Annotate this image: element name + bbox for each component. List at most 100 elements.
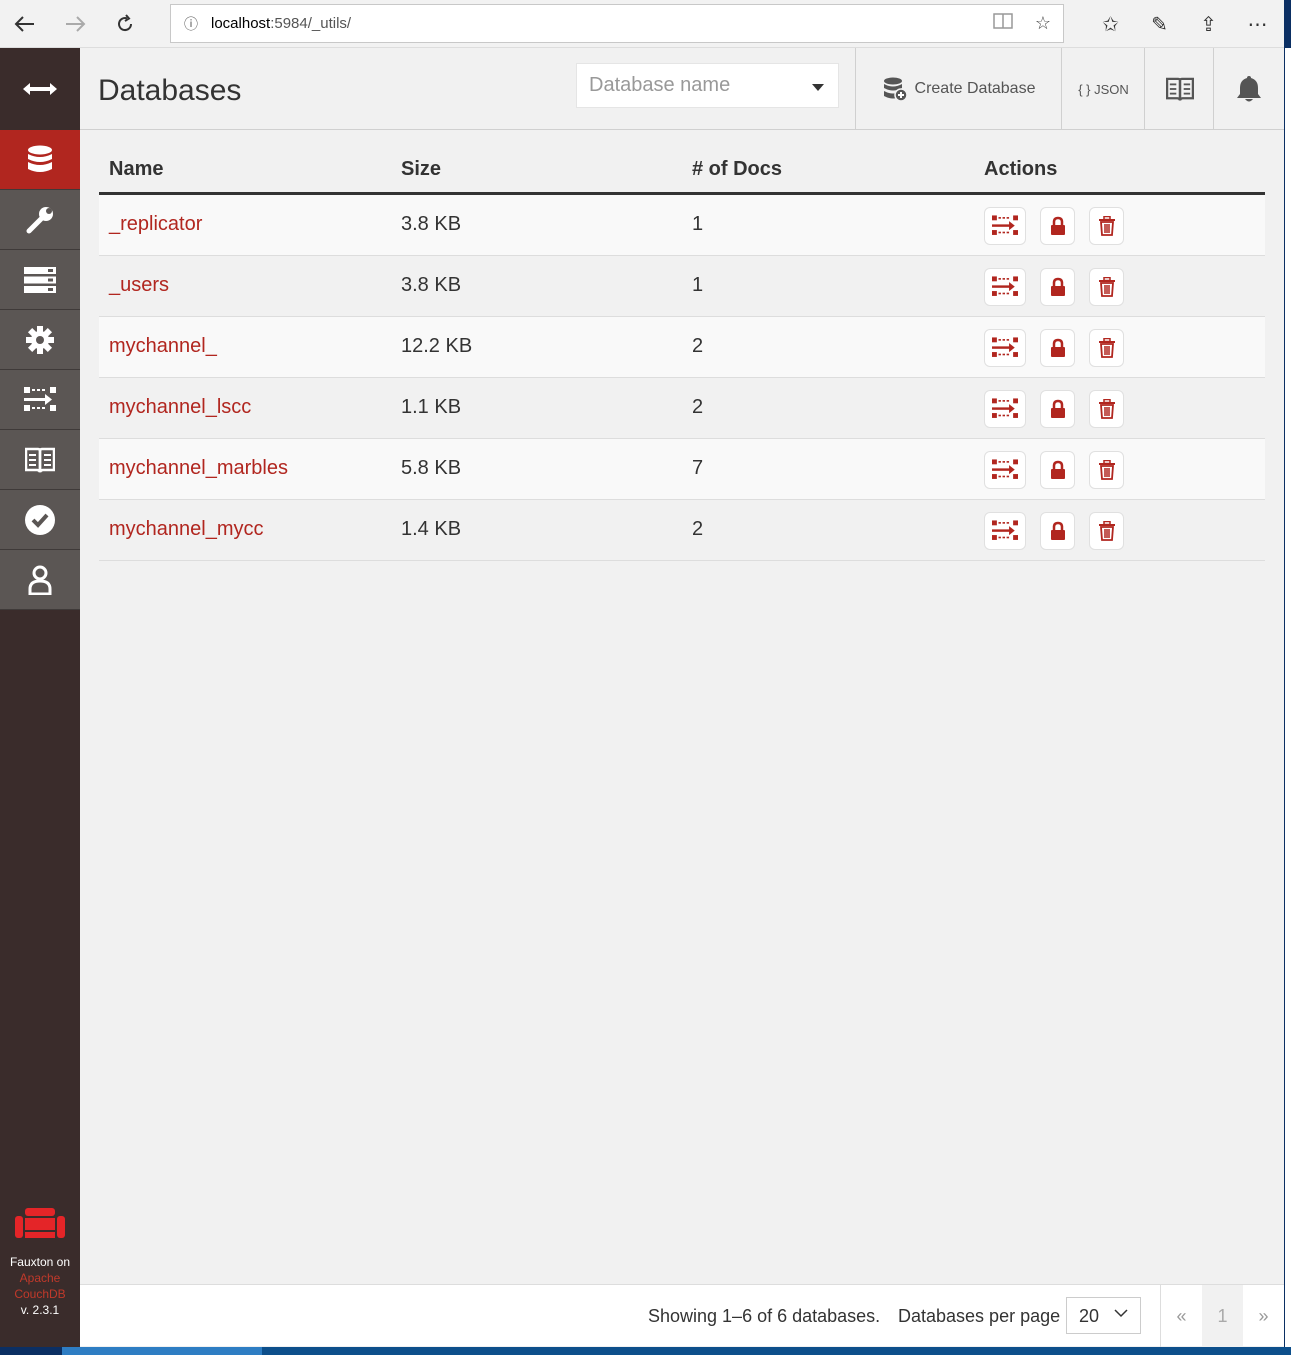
table-header: Name Size # of Docs Actions	[99, 148, 1265, 195]
database-size: 1.1 KB	[401, 396, 462, 418]
forward-button[interactable]	[50, 0, 100, 48]
trash-icon	[1098, 521, 1115, 541]
column-docs[interactable]: # of Docs	[692, 158, 782, 181]
caret-down-icon[interactable]	[812, 84, 824, 91]
desktop-edge-window	[1285, 48, 1291, 1348]
column-actions: Actions	[984, 158, 1058, 180]
trash-icon	[1098, 338, 1115, 358]
replication-icon	[992, 520, 1018, 540]
browser-actions: ✩ ✎ ⇪ ⋯	[1086, 0, 1282, 48]
pen-icon[interactable]: ✎	[1135, 12, 1184, 37]
database-doc-count: 2	[692, 396, 704, 418]
replicate-button[interactable]	[984, 451, 1026, 489]
permissions-button[interactable]	[1040, 207, 1075, 245]
check-circle-icon	[25, 504, 55, 535]
address-bar[interactable]: ⓘ localhost:5984/_utils/ ☆	[170, 4, 1064, 43]
book-icon	[25, 447, 55, 473]
replication-icon	[992, 337, 1018, 357]
collapse-toggle[interactable]	[0, 48, 80, 130]
create-database-button[interactable]: Create Database	[855, 48, 1062, 130]
couchdb-logo-icon	[15, 1208, 65, 1238]
table-row: mychannel_ 12.2 KB 2	[99, 317, 1265, 378]
database-icon	[28, 145, 52, 172]
sidebar-item-setup[interactable]	[0, 190, 80, 250]
permissions-button[interactable]	[1040, 268, 1075, 306]
footer-apache-link[interactable]: Apache	[0, 1270, 80, 1286]
per-page-value: 20	[1079, 1306, 1100, 1326]
delete-button[interactable]	[1089, 329, 1124, 367]
table-row: mychannel_marbles 5.8 KB 7	[99, 439, 1265, 500]
replicate-button[interactable]	[984, 390, 1026, 428]
delete-button[interactable]	[1089, 390, 1124, 428]
footer-fauxton: Fauxton on	[9, 1255, 71, 1269]
column-size[interactable]: Size	[401, 158, 441, 181]
database-doc-count: 1	[692, 274, 704, 296]
per-page-select[interactable]: 20	[1066, 1297, 1141, 1334]
wrench-icon	[26, 206, 53, 233]
next-page-button[interactable]: »	[1243, 1285, 1284, 1347]
trash-icon	[1098, 460, 1115, 480]
database-size: 12.2 KB	[401, 335, 473, 357]
database-name-link[interactable]: mychannel_mycc	[109, 518, 264, 541]
replication-icon	[992, 398, 1018, 418]
delete-button[interactable]	[1089, 268, 1124, 306]
page-title: Databases	[98, 74, 242, 107]
favorites-icon[interactable]: ✩	[1086, 12, 1135, 37]
sidebar-item-verify[interactable]	[0, 490, 80, 550]
replication-icon	[992, 215, 1018, 235]
sidebar-item-replication[interactable]	[0, 370, 80, 430]
info-icon[interactable]: ⓘ	[171, 14, 211, 34]
database-name-link[interactable]: mychannel_lscc	[109, 396, 251, 419]
share-icon[interactable]: ⇪	[1184, 12, 1233, 37]
replication-icon	[24, 386, 56, 411]
user-icon	[28, 565, 52, 595]
showing-count: Showing 1–6 of 6 databases.	[648, 1306, 881, 1326]
prev-page-button[interactable]: «	[1161, 1285, 1202, 1347]
replicate-button[interactable]	[984, 268, 1026, 306]
trash-icon	[1098, 277, 1115, 297]
database-add-icon	[883, 77, 907, 101]
database-name-link[interactable]: _replicator	[109, 213, 202, 236]
database-name-link[interactable]: mychannel_	[109, 335, 217, 358]
json-button[interactable]: { } JSON	[1061, 48, 1145, 130]
page-1-button[interactable]: 1	[1202, 1285, 1243, 1347]
delete-button[interactable]	[1089, 512, 1124, 550]
notifications-button[interactable]	[1213, 48, 1284, 130]
sidebar-item-user[interactable]	[0, 550, 80, 610]
replication-icon	[992, 459, 1018, 479]
database-search-input[interactable]: Database name	[576, 63, 839, 108]
refresh-button[interactable]	[100, 0, 150, 48]
database-name-link[interactable]: mychannel_marbles	[109, 457, 288, 480]
documentation-button[interactable]	[1144, 48, 1214, 130]
permissions-button[interactable]	[1040, 390, 1075, 428]
databases-table: Name Size # of Docs Actions _replicator 3…	[99, 148, 1265, 561]
url-text[interactable]: localhost:5984/_utils/	[211, 15, 983, 32]
permissions-button[interactable]	[1040, 329, 1075, 367]
reading-view-icon[interactable]	[983, 12, 1023, 35]
permissions-button[interactable]	[1040, 512, 1075, 550]
pagination: « 1 »	[1160, 1285, 1284, 1347]
lock-icon	[1050, 460, 1065, 479]
delete-button[interactable]	[1089, 207, 1124, 245]
replicate-button[interactable]	[984, 329, 1026, 367]
more-icon[interactable]: ⋯	[1233, 12, 1282, 37]
footer-couchdb-link[interactable]: CouchDB	[0, 1286, 80, 1302]
star-icon[interactable]: ☆	[1023, 13, 1063, 34]
sidebar-item-databases[interactable]	[0, 130, 80, 190]
sidebar-item-active-tasks[interactable]	[0, 250, 80, 310]
column-name[interactable]: Name	[109, 158, 163, 181]
sidebar: Fauxton on Apache CouchDB v. 2.3.1	[0, 48, 80, 1348]
arrow-right-icon	[66, 15, 86, 32]
sidebar-item-config[interactable]	[0, 310, 80, 370]
permissions-button[interactable]	[1040, 451, 1075, 489]
replicate-button[interactable]	[984, 207, 1026, 245]
back-button[interactable]	[0, 0, 50, 48]
url-host: localhost	[211, 15, 271, 32]
lock-icon	[1050, 216, 1065, 235]
replicate-button[interactable]	[984, 512, 1026, 550]
sidebar-item-documentation[interactable]	[0, 430, 80, 490]
delete-button[interactable]	[1089, 451, 1124, 489]
database-name-link[interactable]: _users	[109, 274, 169, 297]
database-doc-count: 2	[692, 335, 704, 357]
table-row: _users 3.8 KB 1	[99, 256, 1265, 317]
